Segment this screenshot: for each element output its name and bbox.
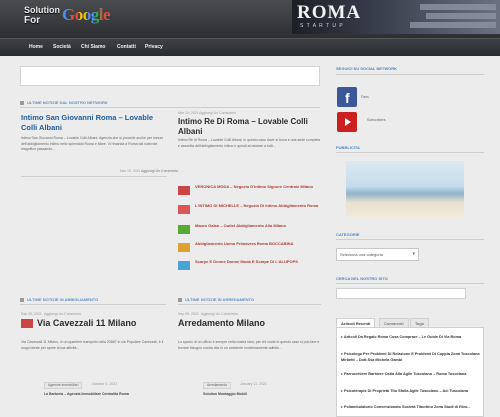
top-search-bar[interactable] (20, 66, 320, 86)
divider (20, 107, 320, 108)
nav-item-contatti[interactable]: Contatti (117, 39, 136, 56)
facebook-glyph: f (345, 90, 350, 106)
post-excerpt: Intimo Re di Roma – Lovable Colli Albani… (178, 138, 321, 148)
related-post-title[interactable]: La Barberia – Agenzia Immobiliare Centra… (44, 392, 168, 397)
recent-post-item[interactable]: ▸ Parrucchiere Barbiere Ostia Alla Agile… (341, 372, 481, 378)
list-item[interactable]: L'INTIMO DI MICHELLE – Negozio Di Intimo… (178, 203, 321, 217)
nav-item-societa[interactable]: Società (53, 39, 71, 56)
recent-post-item[interactable]: ▸ Psicoterapie Di Proprietà Tito Sfolla … (341, 389, 481, 395)
site-header: Solution For Google ROMA S T A R T U P (0, 0, 500, 38)
post-date: Sep 09, 2021 (178, 312, 199, 316)
post-date: Sep 09, 2021 (21, 312, 42, 316)
list-item-title[interactable]: Mauro Galan – Outlet Abbigliamento Alla … (195, 223, 321, 228)
post-comments-link[interactable]: Aggiungi Un Commento (199, 111, 236, 116)
logo-line2: For (24, 15, 41, 26)
list-item[interactable]: Scarpe E Donne Donne Moda E Scarpe Di L'… (178, 259, 321, 273)
tag-date: January 11, 2021 (240, 382, 267, 386)
divider (336, 152, 484, 153)
section-marker (20, 298, 24, 302)
thumbnail (178, 186, 190, 195)
divider (336, 74, 484, 75)
list-item[interactable]: Abbigliamento Uomo Primavera Roma BOCCAB… (178, 241, 321, 255)
list-item[interactable]: Mauro Galan – Outlet Abbigliamento Alla … (178, 223, 321, 237)
logo-brand: Google (62, 5, 111, 24)
logo-line1: Solution (24, 5, 60, 15)
divider (336, 239, 484, 240)
sidebar-title-categories: Categorie (336, 232, 360, 237)
nav-item-privacy[interactable]: Privacy (145, 39, 163, 56)
section-marker (20, 101, 24, 105)
chevron-down-icon: ▾ (412, 251, 415, 257)
sidebar-search-input[interactable] (336, 288, 466, 299)
sidebar-title-search: Cerca nel nostro sito (336, 276, 388, 281)
post-excerpt: Via Cavezzali 11 Milano, in un quartiere… (21, 340, 164, 350)
divider (336, 283, 484, 284)
divider (20, 304, 166, 305)
recent-post-title[interactable]: Psicologo Per Problemi Di Relazione E Pr… (341, 352, 480, 362)
category-select[interactable]: Seleziona una categoria ▾ (336, 248, 419, 261)
section-title-network: Ultime notizie dal nostro network (27, 100, 108, 105)
youtube-icon[interactable] (337, 112, 357, 132)
banner-title: ROMA (297, 2, 362, 23)
header-banner[interactable]: ROMA S T A R T U P (292, 0, 500, 34)
category-tag[interactable]: Agenzie immobiliari (44, 382, 83, 389)
thumbnail (178, 225, 190, 234)
post-excerpt: Lo spazio di un ufficio è sempre nella n… (178, 340, 320, 350)
post-title[interactable]: Intimo San Giovanni Roma – Lovable Colli… (21, 113, 166, 133)
post-title[interactable]: Arredamento Milano (178, 318, 321, 329)
thumbnail (178, 261, 190, 270)
recent-post-item[interactable]: ▸ Poliambulatorio Convenzionato Società … (341, 405, 481, 411)
recent-post-item[interactable]: ▸ Psicologo Per Problemi Di Relazione E … (341, 352, 481, 363)
post-comments-link[interactable]: Aggiungi Un Commento (44, 312, 81, 317)
section-title-abbigliamento: Ultime notizie in Abbigliamento (27, 297, 99, 302)
post-comments-link[interactable]: Aggiungi Un Commento (201, 312, 238, 317)
recent-post-title[interactable]: Parrucchiere Barbiere Ostia Alla Agile T… (344, 372, 466, 376)
recent-post-title[interactable]: Psicoterapie Di Proprietà Tito Sfolla Ag… (344, 389, 468, 393)
nav-item-home[interactable]: Home (29, 39, 43, 56)
category-select-value: Seleziona una categoria (340, 252, 383, 257)
section-title-arredamento: Ultime notizie in Arredamento (185, 297, 255, 302)
recent-post-item[interactable]: ▸ Articoli Da Regalo Roma Cosa Comprare … (341, 335, 481, 341)
category-tag[interactable]: Arredamento (203, 382, 232, 389)
post-comments-link[interactable]: Aggiungi Un Commento (141, 169, 178, 174)
facebook-label: Fans (361, 95, 369, 99)
thumbnail (178, 243, 190, 252)
list-item-title[interactable]: Scarpe E Donne Donne Moda E Scarpe Di L'… (195, 259, 321, 264)
youtube-label: Subscribers (367, 118, 386, 122)
nav-item-chi-siamo[interactable]: Chi Siamo (81, 39, 105, 56)
post-date: Mar 19, 2021 (178, 111, 199, 115)
section-marker (178, 298, 182, 302)
banner-stripe (426, 13, 496, 19)
post-date: Mar 19, 2021 (120, 169, 141, 173)
tag-date: October 3, 2021 (92, 382, 118, 386)
banner-subtitle: S T A R T U P (300, 23, 344, 29)
banner-stripe (420, 4, 496, 10)
recent-posts-panel: ▸ Articoli Da Regalo Roma Cosa Comprare … (336, 327, 484, 417)
sidebar-title-photo: Pubblicita (336, 145, 360, 150)
post-excerpt: Intimo San Giovanni Roma – Lovable Colli… (21, 136, 164, 151)
list-item[interactable]: VERONICA MODA – Negozio D'intimo Signore… (178, 184, 321, 198)
main-nav: Home Società Chi Siamo Contatti Privacy (0, 38, 500, 56)
recent-post-title[interactable]: Poliambulatorio Convenzionato Società Ti… (344, 405, 471, 409)
thumbnail (178, 205, 190, 214)
post-title[interactable]: Via Cavezzali 11 Milano (37, 318, 167, 329)
beach-photo[interactable] (346, 161, 464, 217)
list-item-title[interactable]: L'INTIMO DI MICHELLE – Negozio Di Intimo… (195, 203, 321, 208)
facebook-icon[interactable]: f (337, 87, 357, 107)
youtube-glyph (345, 118, 351, 126)
svg-text:f: f (345, 90, 350, 106)
recent-post-title[interactable]: Articoli Da Regalo Roma Cosa Comprare – … (344, 335, 461, 339)
list-item-title[interactable]: VERONICA MODA – Negozio D'intimo Signore… (195, 184, 321, 189)
divider (21, 176, 167, 177)
banner-stripe (410, 22, 496, 28)
post-title[interactable]: Intimo Re Di Roma – Lovable Colli Albani (178, 117, 323, 137)
related-post-title[interactable]: Solution Montaggio Mobili (203, 392, 321, 397)
sidebar-title-social: Seguici su Social Network (336, 66, 398, 71)
divider (178, 304, 321, 305)
list-item-title[interactable]: Abbigliamento Uomo Primavera Roma BOCCAB… (195, 241, 321, 246)
site-logo[interactable]: Solution For Google (24, 3, 134, 33)
post-thumbnail (21, 319, 33, 328)
